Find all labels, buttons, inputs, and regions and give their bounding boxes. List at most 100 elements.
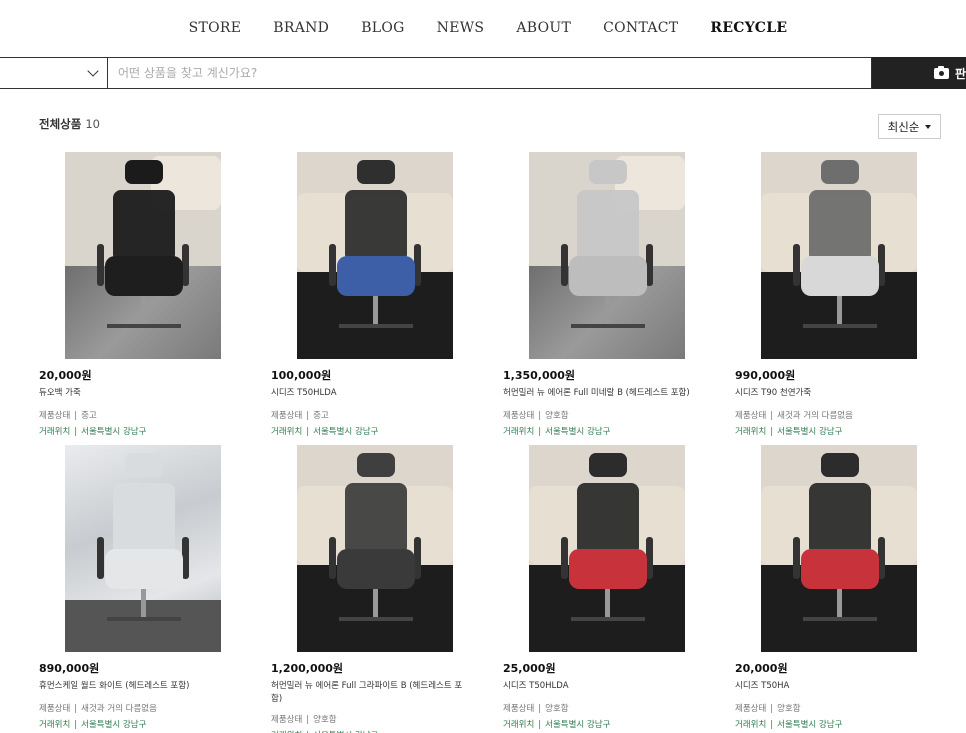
condition-label: 제품상태 [39,704,71,714]
product-name[interactable]: 휴먼스케일 월드 화이트 (헤드레스트 포함) [39,680,239,693]
nav-item-brand[interactable]: BRAND [257,20,345,36]
product-condition: 제품상태 | 양호함 [503,409,735,421]
location-value: 서울특별시 강남구 [545,720,611,730]
condition-value: 중고 [313,411,329,421]
product-card[interactable]: 990,000원시디즈 T90 천연가죽제품상태 | 새것과 거의 다름없음거래위치… [735,152,966,437]
product-name[interactable]: 시디즈 T90 천연가죽 [735,387,935,400]
condition-value: 양호함 [545,411,569,421]
condition-value: 양호함 [777,704,801,714]
condition-value: 새것과 거의 다름없음 [777,411,853,421]
location-value: 서울특별시 강남구 [777,427,843,437]
divider: | [770,720,774,730]
location-label: 거래위치 [503,720,535,730]
location-value: 서울특별시 강남구 [545,427,611,437]
product-image[interactable] [297,152,453,359]
divider: | [538,411,542,421]
product-grid: 20,000원 듀오백 가죽 제품상태 | 중고 거래위치 | 서울특별시 강남구 100,00… [39,152,966,733]
product-name[interactable]: 허먼밀러 뉴 에어론 Full 미네랄 B (헤드레스트 포함) [503,387,703,400]
location-value: 서울특별시 강남구 [81,720,147,730]
image-search-button[interactable]: 판 [872,57,966,89]
divider: | [770,704,774,714]
divider: | [306,411,310,421]
product-image[interactable] [761,152,917,359]
product-price: 990,000원 [735,369,796,382]
product-price: 100,000원 [271,369,332,382]
product-card[interactable]: 20,000원듀오백 가죽제품상태 | 중고거래위치 | 서울특별시 강남구 [39,152,271,437]
product-card[interactable]: 25,000원시디즈 T50HLDA 제품상태 | 양호함거래위치 | 서울특별시 강남구 [503,445,735,730]
product-condition: 제품상태 | 양호함 [271,713,503,725]
category-select[interactable] [0,57,108,89]
product-name[interactable]: 허먼밀러 뉴 에어론 Full 그라파이트 B (헤드레스트 포함) [271,680,471,706]
product-image[interactable] [761,445,917,652]
condition-value: 양호함 [545,704,569,714]
divider: | [770,427,774,437]
product-price: 890,000원 [39,662,100,675]
product-image[interactable] [529,152,685,359]
divider: | [538,720,542,730]
product-card[interactable]: 20,000원시디즈 T50HA 제품상태 | 양호함거래위치 | 서울특별시 강남구 [735,445,966,730]
location-label: 거래위치 [735,427,767,437]
divider: | [74,704,78,714]
condition-value: 중고 [81,411,97,421]
product-location: 거래위치|서울특별시 강남구 [735,425,966,437]
location-label: 거래위치 [271,427,303,437]
divider: | [74,411,78,421]
nav-item-contact[interactable]: CONTACT [587,20,694,36]
divider: | [770,411,774,421]
location-label: 거래위치 [39,427,71,437]
camera-icon [934,65,949,79]
product-location: 거래위치|서울특별시 강남구 [503,718,735,730]
product-location: 거래위치|서울특별시 강남구 [39,425,271,437]
product-name[interactable]: 시디즈 T50HLDA [503,680,703,693]
nav-item-store[interactable]: STORE [173,20,258,36]
search-input[interactable] [108,57,872,89]
product-location: 거래위치|서울특별시 강남구 [503,425,735,437]
product-condition: 제품상태 | 양호함 [503,702,735,714]
search-bar: 판 [0,57,966,89]
divider: | [538,427,542,437]
product-location: 거래위치|서울특별시 강남구 [735,718,966,730]
location-value: 서울특별시 강남구 [777,720,843,730]
condition-value: 새것과 거의 다름없음 [81,704,157,714]
top-navigation: STORE BRAND BLOG NEWS ABOUT CONTACT RECYCLE [0,0,966,56]
product-price: 1,200,000원 [271,662,344,675]
product-price: 25,000원 [503,662,556,675]
condition-label: 제품상태 [39,411,71,421]
product-name[interactable]: 시디즈 T50HLDA [271,387,471,400]
divider: | [306,427,310,437]
nav-item-blog[interactable]: BLOG [345,20,420,36]
nav-item-about[interactable]: ABOUT [500,20,587,36]
nav-item-news[interactable]: NEWS [421,20,501,36]
product-image[interactable] [529,445,685,652]
list-title: 전체상품 [39,117,82,131]
condition-label: 제품상태 [503,411,535,421]
product-price: 20,000원 [735,662,788,675]
product-price: 20,000원 [39,369,92,382]
product-image[interactable] [65,152,221,359]
product-condition: 제품상태 | 새것과 거의 다름없음 [735,409,966,421]
product-card[interactable]: 1,350,000원 허먼밀러 뉴 에어론 Full 미네랄 B (헤드레스트 포… [503,152,735,437]
condition-label: 제품상태 [271,411,303,421]
product-count: 10 [85,117,100,131]
nav-item-recycle[interactable]: RECYCLE [694,20,803,36]
product-card[interactable]: 890,000원휴먼스케일 월드 화이트 (헤드레스트 포함) 제품상태 | 새것과 … [39,445,271,730]
condition-label: 제품상태 [271,715,303,725]
chevron-down-icon [87,65,99,77]
product-image[interactable] [297,445,453,652]
product-name[interactable]: 듀오백 가죽 [39,387,239,400]
sort-select[interactable]: 최신순 [878,114,941,139]
caret-down-icon [925,124,932,129]
product-condition: 제품상태 | 양호함 [735,702,966,714]
product-image[interactable] [65,445,221,652]
product-card[interactable]: 100,000원시디즈 T50HLDA 제품상태 | 중고거래위치 | 서울특별시 강남구 [271,152,503,437]
product-location: 거래위치|서울특별시 강남구 [39,718,271,730]
location-label: 거래위치 [39,720,71,730]
location-value: 서울특별시 강남구 [313,427,379,437]
divider: | [74,427,78,437]
product-location: 거래위치|서울특별시 강남구 [271,729,503,733]
product-card[interactable]: 1,200,000원허먼밀러 뉴 에어론 Full 그라파이트 B (헤드레스트… [271,445,503,733]
product-name[interactable]: 시디즈 T50HA [735,680,935,693]
divider: | [74,720,78,730]
image-search-label: 판 [955,66,966,81]
condition-value: 양호함 [313,715,337,725]
